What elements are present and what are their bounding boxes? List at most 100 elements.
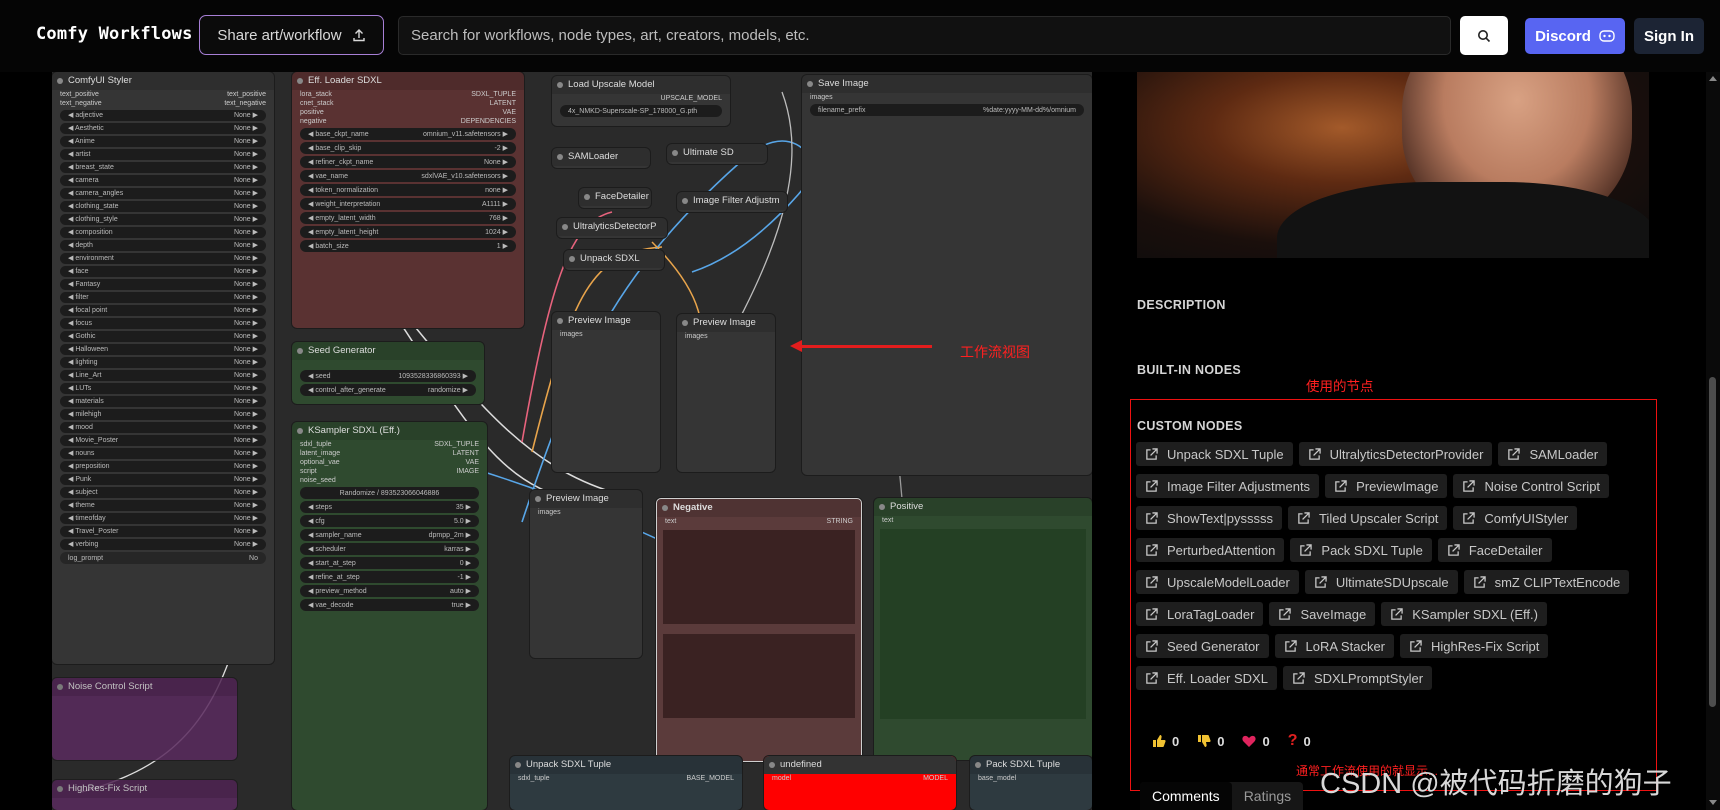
ksampler-widget[interactable]: ◀ cfg 5.0 ▶ (300, 515, 479, 527)
styler-widget[interactable]: ◀ filter None ▶ (60, 291, 266, 303)
node-image-filter[interactable]: Image Filter Adjustm (677, 192, 787, 212)
custom-node-chip[interactable]: Noise Control Script (1453, 474, 1610, 498)
custom-node-chip[interactable]: Unpack SDXL Tuple (1136, 442, 1293, 466)
node-unpack-sdxl-tuple-2[interactable]: Unpack SDXL Tuple sdxl_tuple BASE_MODEL (510, 756, 742, 810)
node-ultimate-sd-upscale[interactable]: Ultimate SD Upscale (667, 144, 767, 164)
custom-node-chip[interactable]: PreviewImage (1325, 474, 1448, 498)
node-face-detailer[interactable]: FaceDetailer (579, 188, 651, 208)
styler-widget[interactable]: ◀ preposition None ▶ (60, 460, 266, 472)
page-scrollbar[interactable] (1706, 72, 1720, 810)
seed-widget[interactable]: ◀ control_after_generate randomize ▶ (300, 384, 476, 396)
node-pack-sdxl-tuple[interactable]: Pack SDXL Tuple base_model (970, 756, 1092, 810)
search-button[interactable] (1460, 16, 1508, 55)
tab-ratings[interactable]: Ratings (1232, 782, 1303, 810)
node-save-image[interactable]: Save Image images filename_prefix %date:y… (802, 75, 1092, 475)
heart-reaction[interactable]: 0 (1242, 732, 1270, 750)
eff-loader-widget[interactable]: ◀ batch_size 1 ▶ (300, 240, 516, 252)
custom-node-chip[interactable]: KSampler SDXL (Eff.) (1381, 602, 1547, 626)
workflow-canvas[interactable]: ComfyUI Styler text_positive text_positiv… (52, 72, 1092, 810)
styler-widget[interactable]: ◀ theme None ▶ (60, 499, 266, 511)
styler-widget[interactable]: ◀ Travel_Poster None ▶ (60, 525, 266, 537)
styler-widget[interactable]: ◀ Fantasy None ▶ (60, 278, 266, 290)
custom-node-chip[interactable]: Tiled Upscaler Script (1287, 506, 1448, 530)
ksampler-widget[interactable]: ◀ sampler_name dpmpp_2m ▶ (300, 529, 479, 541)
styler-widget[interactable]: ◀ lighting None ▶ (60, 356, 266, 368)
styler-widget[interactable]: ◀ focus None ▶ (60, 317, 266, 329)
custom-node-chip[interactable]: UpscaleModelLoader (1136, 570, 1299, 594)
eff-loader-widget[interactable]: ◀ empty_latent_height 1024 ▶ (300, 226, 516, 238)
custom-node-chip[interactable]: Eff. Loader SDXL (1136, 666, 1277, 690)
ksampler-widget[interactable]: ◀ scheduler karras ▶ (300, 543, 479, 555)
eff-loader-widget[interactable]: ◀ token_normalization none ▶ (300, 184, 516, 196)
node-ultralytics-detector[interactable]: UltralyticsDetectorP (557, 218, 667, 238)
dislike-reaction[interactable]: 0 (1197, 732, 1224, 750)
custom-node-chip[interactable]: SDXLPromptStyler (1282, 666, 1433, 690)
styler-widget[interactable]: ◀ Anime None ▶ (60, 135, 266, 147)
node-sam-loader[interactable]: SAMLoader (Impact) (552, 148, 650, 168)
like-reaction[interactable]: 0 (1152, 732, 1179, 750)
styler-widget[interactable]: ◀ Line_Art None ▶ (60, 369, 266, 381)
custom-node-chip[interactable]: FaceDetailer (1437, 538, 1552, 562)
custom-node-chip[interactable]: HighRes-Fix Script (1400, 634, 1549, 658)
node-eff-loader-sdxl[interactable]: Eff. Loader SDXL lora_stack SDXL_TUPLE cn… (292, 72, 524, 328)
scroll-down-arrow[interactable] (1709, 800, 1717, 805)
ksampler-widget[interactable]: ◀ start_at_step 0 ▶ (300, 557, 479, 569)
positive-text-area[interactable] (880, 529, 1086, 719)
styler-widget[interactable]: ◀ Aesthetic None ▶ (60, 122, 266, 134)
filename-prefix-widget[interactable]: filename_prefix %date:yyyy-MM-dd%/omnium (810, 104, 1084, 116)
custom-node-chip[interactable]: Seed Generator (1136, 634, 1269, 658)
styler-widget[interactable]: ◀ nouns None ▶ (60, 447, 266, 459)
node-preview-image-2[interactable]: Preview Image images (677, 314, 775, 472)
custom-node-chip[interactable]: LoRA Stacker (1274, 634, 1395, 658)
ksampler-widget[interactable]: ◀ vae_decode true ▶ (300, 599, 479, 611)
eff-loader-widget[interactable]: ◀ base_ckpt_name omnium_v11.safetensors ▶ (300, 128, 516, 140)
seed-widget[interactable]: ◀ seed 1093528336860393 ▶ (300, 370, 476, 382)
site-logo[interactable]: Comfy Workflows (36, 24, 193, 44)
eff-loader-widget[interactable]: ◀ refiner_ckpt_name None ▶ (300, 156, 516, 168)
custom-node-chip[interactable]: ComfyUIStyler (1453, 506, 1578, 530)
tab-comments[interactable]: Comments (1140, 782, 1232, 810)
styler-widget[interactable]: ◀ verbing None ▶ (60, 538, 266, 550)
styler-widget[interactable]: ◀ focal point None ▶ (60, 304, 266, 316)
node-undefined[interactable]: undefined model MODEL (764, 756, 956, 810)
custom-node-chip[interactable]: smZ CLIPTextEncode (1463, 570, 1630, 594)
negative-text-area[interactable] (663, 530, 855, 624)
model-name-widget[interactable]: 4x_NMKD-Superscale-SP_178000_G.pth (560, 105, 722, 117)
custom-node-chip[interactable]: SAMLoader (1498, 442, 1608, 466)
ksampler-widget[interactable]: ◀ refine_at_step -1 ▶ (300, 571, 479, 583)
styler-widget[interactable]: ◀ LUTs None ▶ (60, 382, 266, 394)
custom-node-chip[interactable]: PerturbedAttention (1136, 538, 1285, 562)
question-reaction[interactable]: ? 0 (1288, 732, 1311, 750)
log-prompt-toggle[interactable]: log_prompt No (60, 552, 266, 564)
custom-node-chip[interactable]: SaveImage (1269, 602, 1376, 626)
styler-widget[interactable]: ◀ materials None ▶ (60, 395, 266, 407)
node-ksampler-sdxl[interactable]: KSampler SDXL (Eff.) sdxl_tuple SDXL_TUPL… (292, 422, 487, 810)
styler-widget[interactable]: ◀ milehigh None ▶ (60, 408, 266, 420)
workflow-output-image[interactable] (1137, 72, 1649, 258)
styler-widget[interactable]: ◀ camera None ▶ (60, 174, 266, 186)
ksampler-widget[interactable]: ◀ steps 35 ▶ (300, 501, 479, 513)
styler-widget[interactable]: ◀ Gothic None ▶ (60, 330, 266, 342)
styler-widget[interactable]: ◀ adjective None ▶ (60, 109, 266, 121)
custom-node-chip[interactable]: UltralyticsDetectorProvider (1298, 442, 1493, 466)
node-unpack-sdxl[interactable]: Unpack SDXL Tuple (564, 250, 664, 270)
custom-node-chip[interactable]: UltimateSDUpscale (1304, 570, 1458, 594)
custom-node-chip[interactable]: Image Filter Adjustments (1136, 474, 1320, 498)
eff-loader-widget[interactable]: ◀ vae_name sdxlVAE_v10.safetensors ▶ (300, 170, 516, 182)
ksampler-widget[interactable]: ◀ preview_method auto ▶ (300, 585, 479, 597)
custom-node-chip[interactable]: Pack SDXL Tuple (1290, 538, 1432, 562)
styler-widget[interactable]: ◀ camera_angles None ▶ (60, 187, 266, 199)
node-hires-fix-script[interactable]: HighRes-Fix Script (52, 780, 237, 810)
scroll-up-arrow[interactable] (1709, 76, 1717, 81)
node-preview-image-3[interactable]: Preview Image images (530, 490, 642, 658)
node-seed-generator[interactable]: Seed Generator ◀ seed 1093528336860393 ▶ ◀… (292, 342, 484, 404)
negative-text-area-2[interactable] (663, 634, 855, 718)
node-load-upscale-model[interactable]: Load Upscale Model UPSCALE_MODEL 4x_NMKD… (552, 76, 730, 126)
styler-widget[interactable]: ◀ breast_state None ▶ (60, 161, 266, 173)
node-preview-image-1[interactable]: Preview Image images (552, 312, 660, 472)
node-negative-prompt[interactable]: Negative text STRING (656, 498, 862, 762)
node-comfyui-styler[interactable]: ComfyUI Styler text_positive text_positiv… (52, 72, 274, 664)
styler-widget[interactable]: ◀ Movie_Poster None ▶ (60, 434, 266, 446)
styler-widget[interactable]: ◀ Halloween None ▶ (60, 343, 266, 355)
styler-widget[interactable]: ◀ mood None ▶ (60, 421, 266, 433)
